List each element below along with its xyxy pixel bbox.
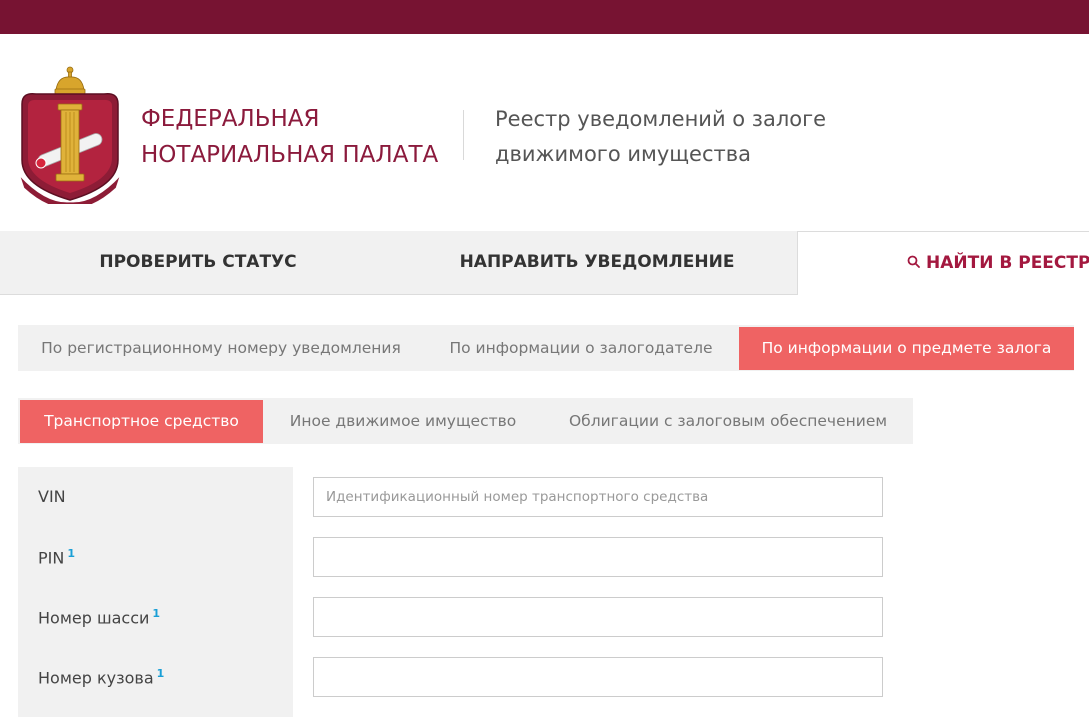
pin-label: PIN 1 (38, 547, 75, 567)
body-label-text: Номер кузова (38, 668, 154, 688)
tab-find-in-registry-label: НАЙТИ В РЕЕСТРЕ (926, 253, 1089, 273)
property-type-tabs: Транспортное средство Иное движимое имущ… (18, 398, 913, 444)
body-footnote-marker: 1 (156, 667, 165, 680)
body-number-input[interactable] (313, 657, 883, 697)
tab-by-pledgor-info[interactable]: По информации о залогодателе (436, 325, 726, 371)
search-mode-tabs: По регистрационному номеру уведомления П… (18, 325, 1074, 371)
chassis-label-text: Номер шасси (38, 608, 150, 628)
body-number-label: Номер кузова 1 (38, 667, 164, 687)
organization-name[interactable]: ФЕДЕРАЛЬНАЯ НОТАРИАЛЬНАЯ ПАЛАТА (141, 101, 438, 173)
search-icon (907, 255, 920, 268)
tab-find-in-registry[interactable]: НАЙТИ В РЕЕСТРЕ (797, 231, 1089, 295)
vin-label-text: VIN (38, 487, 66, 506)
tab-by-pledge-subject[interactable]: По информации о предмете залога (739, 327, 1074, 370)
registry-title: Реестр уведомлений о залоге движимого им… (495, 102, 826, 172)
registry-title-line-1: Реестр уведомлений о залоге (495, 107, 827, 131)
site-header: ФЕДЕРАЛЬНАЯ НОТАРИАЛЬНАЯ ПАЛАТА Реестр у… (0, 34, 1089, 231)
vin-input[interactable] (313, 477, 883, 517)
main-navigation: ПРОВЕРИТЬ СТАТУС НАПРАВИТЬ УВЕДОМЛЕНИЕ Н… (0, 231, 1089, 295)
chassis-footnote-marker: 1 (152, 607, 161, 620)
registry-title-line-2: движимого имущества (495, 142, 751, 166)
vin-label: VIN (38, 487, 66, 506)
pin-label-text: PIN (38, 548, 65, 568)
tab-send-notification[interactable]: НАПРАВИТЬ УВЕДОМЛЕНИЕ (396, 231, 798, 294)
tab-secured-bonds[interactable]: Облигации с залоговым обеспечением (553, 398, 903, 444)
tab-other-movable-property[interactable]: Иное движимое имущество (278, 398, 528, 444)
vehicle-search-form: VIN PIN1 Номер шасси1 Номер кузова1 (18, 467, 1089, 717)
tab-by-registration-number[interactable]: По регистрационному номеру уведомления (36, 325, 406, 371)
notary-emblem-logo[interactable] (16, 64, 124, 204)
pin-footnote-marker: 1 (67, 547, 75, 560)
header-divider (463, 110, 464, 160)
chassis-number-input[interactable] (313, 597, 883, 637)
tab-vehicle[interactable]: Транспортное средство (20, 400, 263, 443)
top-bar (0, 0, 1089, 34)
tab-check-status[interactable]: ПРОВЕРИТЬ СТАТУС (0, 231, 396, 294)
pin-input[interactable] (313, 537, 883, 577)
org-name-line-1: ФЕДЕРАЛЬНАЯ (141, 106, 320, 132)
org-name-line-2: НОТАРИАЛЬНАЯ ПАЛАТА (141, 142, 439, 168)
chassis-number-label: Номер шасси 1 (38, 607, 160, 627)
